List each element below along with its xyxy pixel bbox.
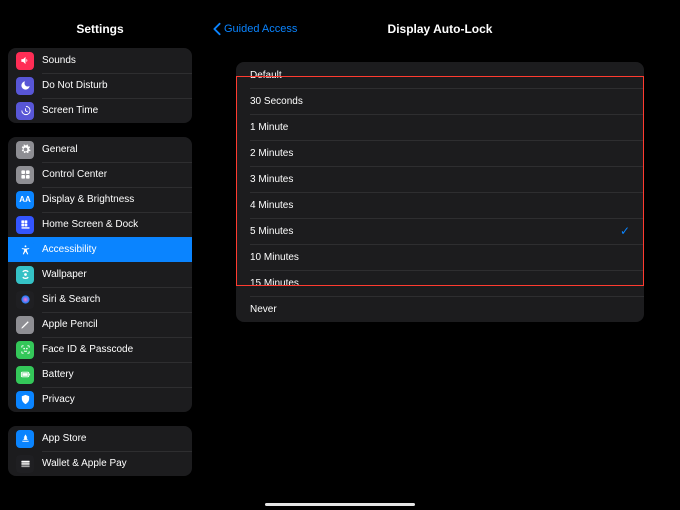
sidebar-group-2: General Control Center AA Display & Brightn… [8, 137, 192, 412]
control-center-icon [16, 166, 34, 184]
sidebar-item-label: Control Center [42, 169, 107, 180]
faceid-icon [16, 341, 34, 359]
option-label: 1 Minute [250, 122, 288, 133]
autolock-option[interactable]: 1 Minute [236, 114, 644, 140]
option-label: 5 Minutes [250, 226, 293, 237]
autolock-option[interactable]: 3 Minutes [236, 166, 644, 192]
autolock-option[interactable]: Default [236, 62, 644, 88]
sidebar-item-label: Privacy [42, 394, 75, 405]
sidebar-item-sounds[interactable]: Sounds [8, 48, 192, 73]
sidebar-item-label: Screen Time [42, 105, 98, 116]
page-title: Display Auto-Lock [388, 22, 493, 36]
sidebar-item-label: Siri & Search [42, 294, 100, 305]
sidebar-item-label: Apple Pencil [42, 319, 98, 330]
sidebar-item-accessibility[interactable]: Accessibility [8, 237, 192, 262]
privacy-icon [16, 391, 34, 409]
sidebar-item-battery[interactable]: Battery [8, 362, 192, 387]
chevron-left-icon [212, 22, 222, 36]
option-label: Never [250, 304, 277, 315]
battery-icon [16, 366, 34, 384]
sidebar-item-apple-pencil[interactable]: Apple Pencil [8, 312, 192, 337]
option-label: 4 Minutes [250, 200, 293, 211]
general-icon [16, 141, 34, 159]
home-screen-icon [16, 216, 34, 234]
sidebar-item-label: Display & Brightness [42, 194, 134, 205]
option-label: 30 Seconds [250, 96, 303, 107]
sidebar-item-wallet[interactable]: Wallet & Apple Pay [8, 451, 192, 476]
autolock-options: Default 30 Seconds 1 Minute 2 Minutes 3 Minu… [236, 62, 644, 322]
option-label: 2 Minutes [250, 148, 293, 159]
sidebar-item-label: Do Not Disturb [42, 80, 108, 91]
sidebar-item-label: Battery [42, 369, 74, 380]
sidebar-item-screen-time[interactable]: Screen Time [8, 98, 192, 123]
sidebar-item-siri[interactable]: Siri & Search [8, 287, 192, 312]
autolock-option[interactable]: 30 Seconds [236, 88, 644, 114]
option-label: 15 Minutes [250, 278, 299, 289]
accessibility-icon [16, 241, 34, 259]
sidebar-group-3: App Store Wallet & Apple Pay [8, 426, 192, 476]
autolock-option[interactable]: 5 Minutes ✓ [236, 218, 644, 244]
option-label: Default [250, 70, 282, 81]
sidebar-item-label: Wallpaper [42, 269, 87, 280]
wallet-icon [16, 455, 34, 473]
sidebar-item-privacy[interactable]: Privacy [8, 387, 192, 412]
sidebar-item-wallpaper[interactable]: Wallpaper [8, 262, 192, 287]
option-label: 3 Minutes [250, 174, 293, 185]
app-store-icon [16, 430, 34, 448]
sounds-icon [16, 52, 34, 70]
sidebar-item-label: General [42, 144, 78, 155]
dnd-icon [16, 77, 34, 95]
autolock-option[interactable]: 4 Minutes [236, 192, 644, 218]
autolock-option[interactable]: 10 Minutes [236, 244, 644, 270]
sidebar-item-home-screen[interactable]: Home Screen & Dock [8, 212, 192, 237]
sidebar-title: Settings [0, 22, 200, 36]
navbar: Guided Access Display Auto-Lock [200, 12, 680, 46]
sidebar-item-label: Wallet & Apple Pay [42, 458, 127, 469]
detail-pane: Guided Access Display Auto-Lock Default 3… [200, 0, 680, 510]
autolock-option[interactable]: 15 Minutes [236, 270, 644, 296]
sidebar-item-control-center[interactable]: Control Center [8, 162, 192, 187]
back-button[interactable]: Guided Access [212, 22, 297, 36]
siri-icon [16, 291, 34, 309]
sidebar-item-label: App Store [42, 433, 86, 444]
sidebar-item-label: Accessibility [42, 244, 96, 255]
sidebar-item-app-store[interactable]: App Store [8, 426, 192, 451]
option-label: 10 Minutes [250, 252, 299, 263]
settings-sidebar: Settings Sounds Do Not Disturb Screen Time… [0, 0, 200, 510]
autolock-option[interactable]: 2 Minutes [236, 140, 644, 166]
sidebar-item-dnd[interactable]: Do Not Disturb [8, 73, 192, 98]
home-indicator [265, 503, 415, 506]
screen-time-icon [16, 102, 34, 120]
sidebar-item-label: Home Screen & Dock [42, 219, 138, 230]
wallpaper-icon [16, 266, 34, 284]
back-label: Guided Access [224, 23, 297, 35]
sidebar-item-faceid[interactable]: Face ID & Passcode [8, 337, 192, 362]
apple-pencil-icon [16, 316, 34, 334]
checkmark-icon: ✓ [620, 224, 630, 238]
sidebar-group-1: Sounds Do Not Disturb Screen Time [8, 48, 192, 123]
autolock-option[interactable]: Never [236, 296, 644, 322]
sidebar-item-display-brightness[interactable]: AA Display & Brightness [8, 187, 192, 212]
sidebar-item-label: Sounds [42, 55, 76, 66]
display-brightness-icon: AA [16, 191, 34, 209]
sidebar-item-general[interactable]: General [8, 137, 192, 162]
sidebar-item-label: Face ID & Passcode [42, 344, 133, 355]
